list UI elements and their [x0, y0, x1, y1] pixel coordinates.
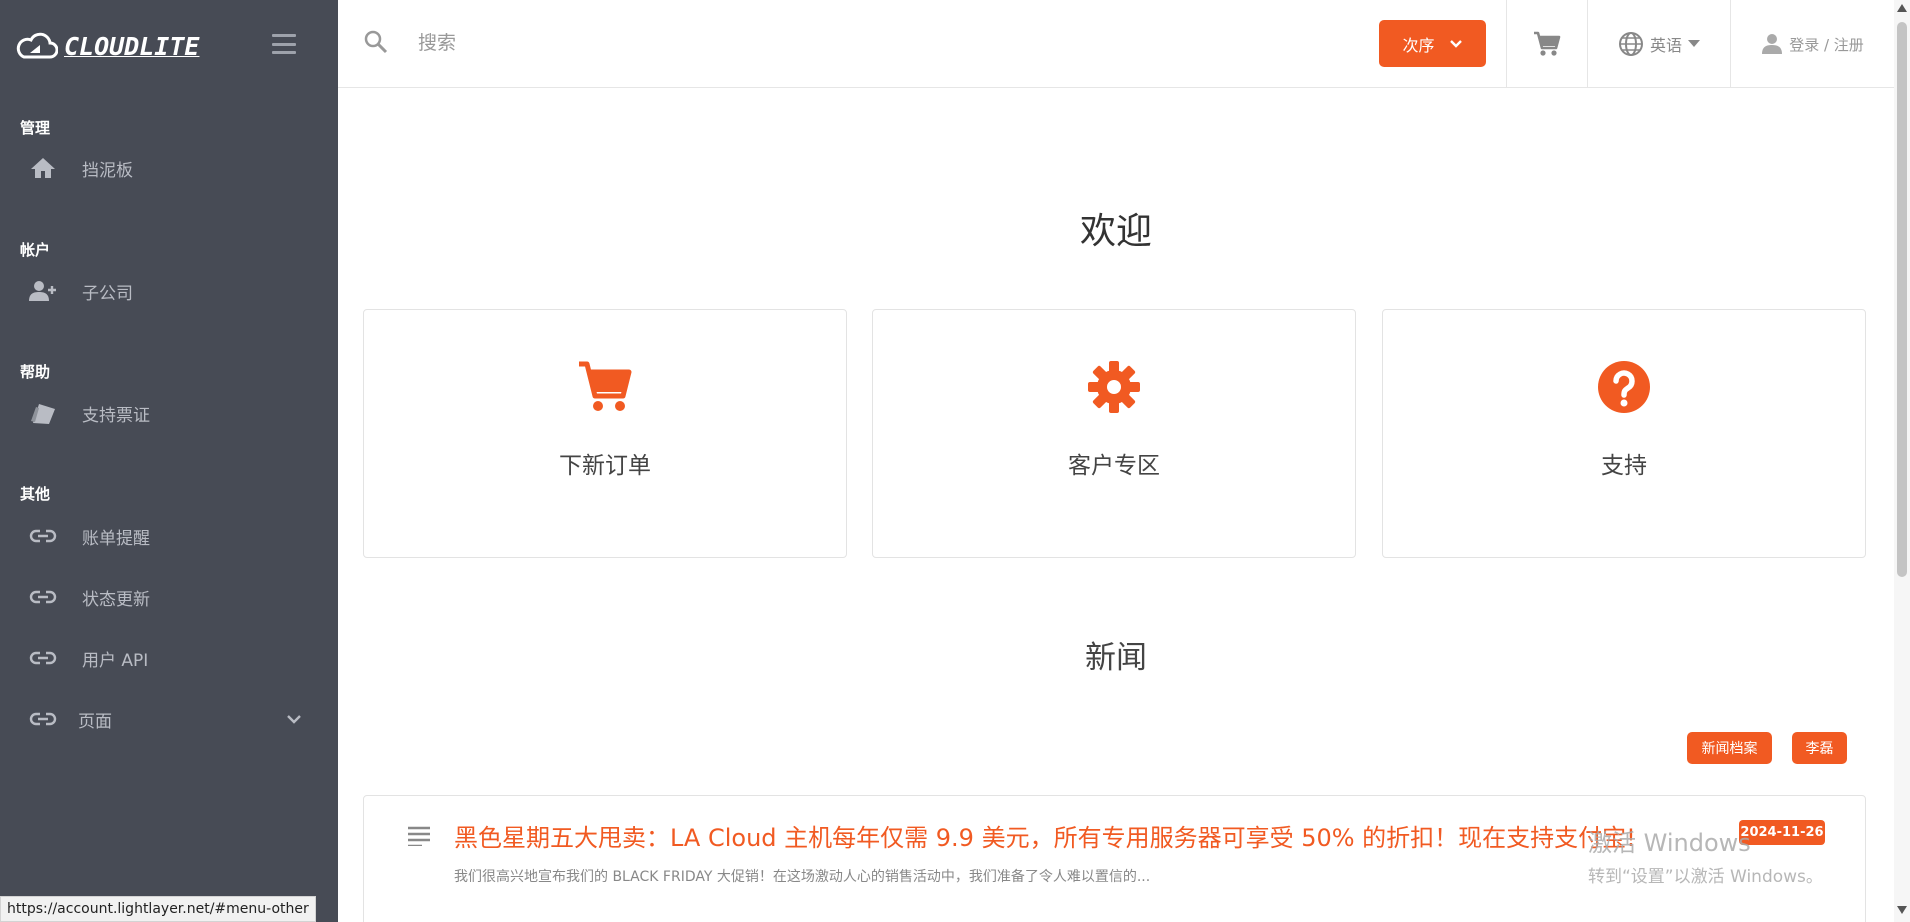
home-icon	[28, 156, 58, 180]
page-scrollbar[interactable]	[1894, 0, 1910, 922]
user-plus-icon	[28, 279, 58, 303]
section-title-manage: 管理	[20, 119, 51, 137]
language-label: 英语	[1649, 36, 1682, 55]
sidebar-item-user-api[interactable]: 用户 API	[28, 638, 308, 678]
chevron-down-icon[interactable]	[286, 709, 302, 728]
scroll-up-arrow-icon[interactable]	[1897, 4, 1907, 12]
card-label: 客户专区	[1068, 453, 1160, 479]
order-button-label: 次序	[1402, 35, 1435, 55]
news-item-title[interactable]: 黑色星期五大甩卖：LA Cloud 主机每年仅需 9.9 美元，所有专用服务器可…	[454, 818, 1636, 853]
sidebar-item-label: 页面	[78, 711, 112, 732]
card-place-order[interactable]: 下新订单	[363, 309, 847, 558]
sidebar-item-label: 用户 API	[82, 650, 149, 671]
sidebar: CLOUDLITE 管理 挡泥板 帐户 子公司 帮助 支持票证 其他 账单提醒 …	[0, 0, 338, 922]
cart-button[interactable]	[1506, 0, 1587, 88]
news-archive-button[interactable]: 新闻档案	[1687, 732, 1772, 764]
login-register-label: 登录 / 注册	[1789, 35, 1864, 54]
help-icon	[1598, 361, 1650, 413]
sidebar-item-dashboard[interactable]: 挡泥板	[28, 148, 308, 188]
scroll-thumb[interactable]	[1897, 22, 1907, 577]
menu-toggle-icon[interactable]	[272, 34, 296, 54]
news-author-button[interactable]: 李磊	[1792, 732, 1847, 764]
top-bar: 次序 英语 登录 / 注册	[338, 0, 1894, 88]
section-title-help: 帮助	[20, 363, 51, 381]
sidebar-item-label: 账单提醒	[82, 528, 150, 549]
status-bar-url: https://account.lightlayer.net/#menu-oth…	[0, 896, 316, 922]
section-title-account: 帐户	[20, 241, 51, 259]
brand-logo[interactable]: CLOUDLITE	[14, 31, 199, 61]
sidebar-item-status-updates[interactable]: 状态更新	[28, 577, 308, 617]
scroll-down-arrow-icon[interactable]	[1897, 906, 1907, 914]
globe-icon	[1618, 32, 1643, 56]
card-label: 下新订单	[559, 453, 651, 479]
link-icon	[28, 524, 58, 548]
login-register-link[interactable]: 登录 / 注册	[1730, 0, 1894, 88]
link-icon	[28, 585, 58, 609]
search-icon	[364, 30, 388, 58]
language-selector[interactable]: 英语	[1587, 0, 1730, 88]
sidebar-item-label: 状态更新	[82, 589, 150, 610]
news-item-date: 2024-11-26	[1739, 820, 1825, 845]
order-dropdown-button[interactable]: 次序	[1379, 20, 1486, 67]
card-support[interactable]: 支持	[1382, 309, 1866, 558]
link-icon	[28, 707, 58, 731]
sidebar-item-label: 子公司	[82, 283, 133, 304]
sidebar-item-billing-reminders[interactable]: 账单提醒	[28, 516, 308, 556]
search-input[interactable]	[418, 26, 1018, 60]
card-label: 支持	[1601, 453, 1647, 479]
ticket-icon	[28, 401, 58, 425]
news-section-title: 新闻	[1085, 640, 1147, 676]
welcome-title: 欢迎	[1079, 211, 1152, 252]
card-client-area[interactable]: 客户专区	[872, 309, 1356, 558]
cart-icon	[579, 361, 632, 411]
cart-icon	[1534, 31, 1561, 56]
caret-down-icon	[1688, 40, 1700, 47]
user-icon	[1762, 34, 1783, 54]
brand-name: CLOUDLITE	[64, 31, 200, 61]
logo-row: CLOUDLITE	[0, 0, 338, 92]
section-title-other: 其他	[20, 485, 51, 503]
chevron-down-icon	[1449, 40, 1462, 48]
article-icon	[408, 826, 430, 850]
gear-icon	[1088, 361, 1140, 413]
sidebar-item-affiliates[interactable]: 子公司	[28, 271, 308, 311]
sidebar-item-support-tickets[interactable]: 支持票证	[28, 393, 308, 433]
cloud-logo-icon	[16, 32, 58, 59]
sidebar-item-label: 支持票证	[82, 405, 150, 426]
sidebar-item-pages[interactable]: 页面	[28, 699, 308, 739]
news-item-summary: 我们很高兴地宣布我们的 BLACK FRIDAY 大促销！在这场激动人心的销售活…	[454, 869, 1151, 885]
news-item: 黑色星期五大甩卖：LA Cloud 主机每年仅需 9.9 美元，所有专用服务器可…	[363, 795, 1866, 922]
sidebar-item-label: 挡泥板	[82, 160, 133, 181]
link-icon	[28, 646, 58, 670]
